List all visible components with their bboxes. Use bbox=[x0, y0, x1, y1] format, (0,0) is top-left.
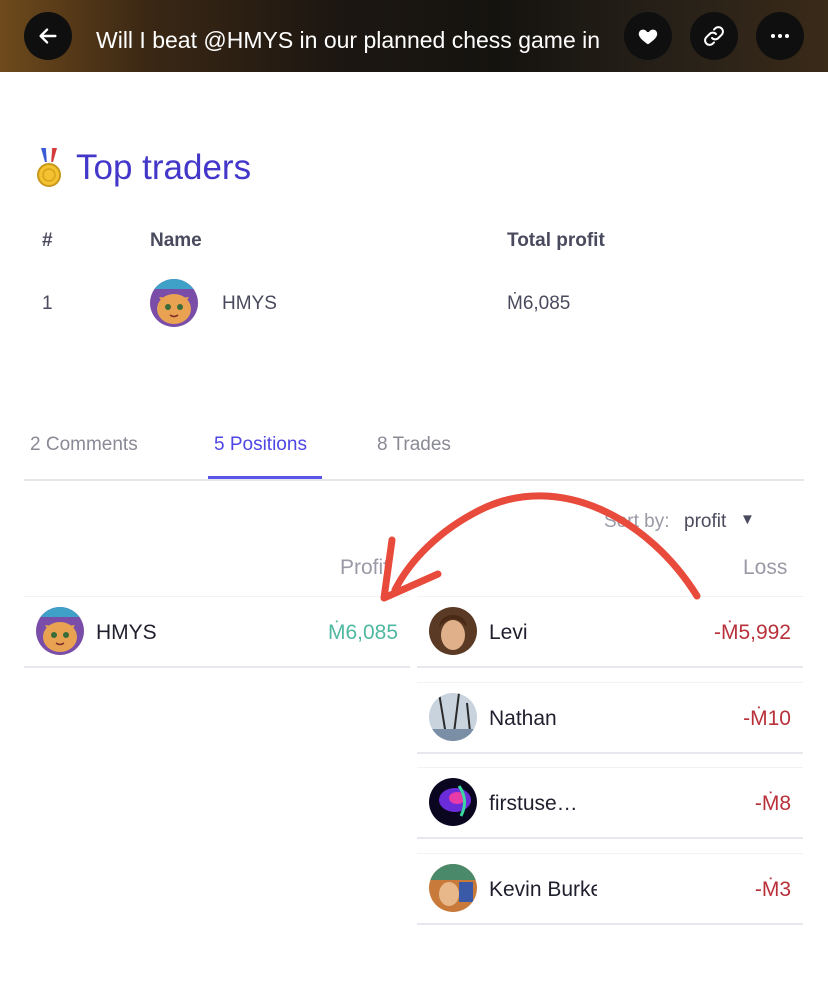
list-item[interactable]: firstuse… -Ṁ8 bbox=[417, 767, 803, 839]
avatar bbox=[429, 778, 477, 826]
more-options-button[interactable] bbox=[756, 12, 804, 60]
list-item[interactable]: HMYS Ṁ6,085 bbox=[24, 596, 410, 668]
position-holder-name[interactable]: firstuse… bbox=[489, 792, 578, 816]
market-title: Will I beat @HMYS in our planned chess g… bbox=[96, 27, 602, 53]
position-loss-value: -Ṁ10 bbox=[743, 707, 791, 730]
position-holder-name[interactable]: HMYS bbox=[96, 621, 157, 645]
position-loss-value: -Ṁ5,992 bbox=[713, 621, 791, 644]
medal-icon bbox=[37, 148, 61, 187]
trader-profit: Ṁ6,085 bbox=[507, 293, 571, 314]
avatar bbox=[429, 693, 477, 741]
more-horizontal-icon bbox=[771, 34, 789, 38]
avatar bbox=[36, 607, 84, 655]
person-avatar-image bbox=[429, 864, 477, 912]
name-column-header: Name bbox=[150, 230, 202, 251]
link-icon bbox=[704, 26, 724, 46]
like-button[interactable] bbox=[624, 12, 672, 60]
sort-select[interactable]: profit bbox=[684, 511, 726, 533]
tabs-divider bbox=[24, 479, 804, 481]
back-button[interactable] bbox=[24, 12, 72, 60]
list-item[interactable]: Nathan -Ṁ10 bbox=[417, 682, 803, 754]
loss-header: Loss bbox=[743, 556, 788, 579]
position-holder-name[interactable]: Levi bbox=[489, 621, 528, 645]
caret-down-icon[interactable]: ▼ bbox=[740, 511, 755, 528]
position-holder-name[interactable]: Kevin Burke bbox=[489, 878, 597, 902]
landscape-avatar-image bbox=[429, 693, 477, 741]
copy-link-button[interactable] bbox=[690, 12, 738, 60]
total-profit-column-header: Total profit bbox=[507, 230, 605, 251]
profit-header: Profit bbox=[340, 556, 390, 579]
person-avatar-image bbox=[429, 607, 477, 655]
trader-rank: 1 bbox=[42, 293, 53, 314]
list-item[interactable]: Kevin Burke -Ṁ3 bbox=[417, 853, 803, 925]
active-tab-indicator bbox=[208, 476, 322, 479]
position-loss-value: -Ṁ8 bbox=[754, 792, 791, 815]
galaxy-avatar-image bbox=[429, 778, 477, 826]
top-traders-heading: Top traders bbox=[34, 146, 251, 190]
avatar bbox=[429, 607, 477, 655]
position-loss-value: -Ṁ3 bbox=[754, 878, 791, 901]
trader-name[interactable]: HMYS bbox=[222, 293, 277, 315]
position-holder-name[interactable]: Nathan bbox=[489, 707, 557, 731]
tab-trades[interactable]: 8 Trades bbox=[377, 434, 451, 456]
rank-column-header: # bbox=[42, 230, 53, 251]
position-profit-value: Ṁ6,085 bbox=[327, 621, 398, 644]
cat-avatar-image bbox=[36, 607, 84, 655]
list-item[interactable]: Levi -Ṁ5,992 bbox=[417, 596, 803, 668]
tab-positions[interactable]: 5 Positions bbox=[214, 434, 307, 456]
market-header: Will I beat @HMYS in our planned chess g… bbox=[0, 0, 828, 72]
avatar bbox=[429, 864, 477, 912]
arrow-left-icon bbox=[39, 28, 57, 44]
sort-label: Sort by: bbox=[604, 511, 670, 532]
top-traders-title: Top traders bbox=[76, 148, 252, 187]
avatar[interactable] bbox=[150, 279, 198, 327]
tab-comments[interactable]: 2 Comments bbox=[30, 434, 138, 456]
heart-icon bbox=[638, 29, 658, 45]
cat-avatar-image bbox=[150, 279, 198, 327]
